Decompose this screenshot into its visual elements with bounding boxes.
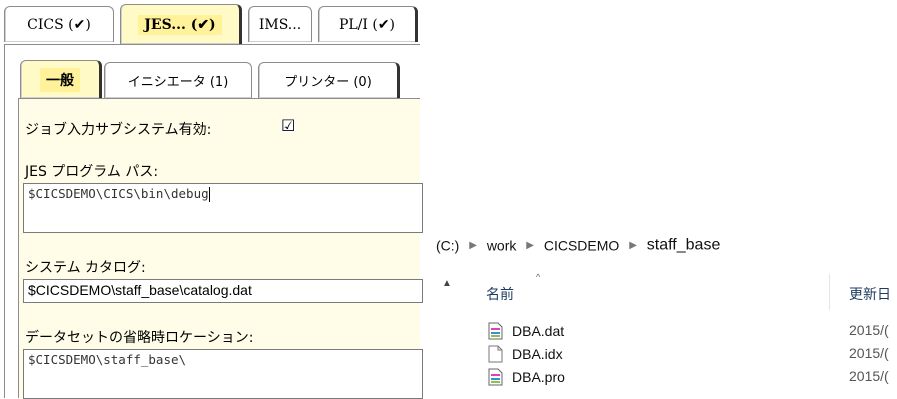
jes-enabled-checkbox[interactable]: ☑: [281, 118, 295, 134]
subtab-initiators[interactable]: イニシエータ (1): [104, 62, 252, 98]
tab-label: IMS...: [258, 16, 302, 33]
breadcrumb-item[interactable]: work: [487, 237, 517, 253]
breadcrumb-item-current[interactable]: staff_base: [647, 236, 721, 253]
subtab-printers[interactable]: プリンター (0): [258, 62, 400, 98]
breadcrumb: (C:) ▶ work ▶ CICSDEMO ▶ staff_base: [436, 236, 720, 254]
file-row[interactable]: DBA.pro: [488, 366, 565, 388]
sort-ascending-icon: ^: [536, 272, 541, 282]
file-name: DBA.pro: [512, 369, 565, 385]
blank-file-icon: [488, 345, 503, 363]
subtab-label: イニシエータ (1): [127, 75, 229, 90]
jes-path-label: JES プログラム パス:: [25, 164, 159, 180]
breadcrumb-item[interactable]: (C:): [436, 237, 459, 253]
subtab-general[interactable]: 一般: [20, 60, 102, 98]
text-caret: [208, 187, 210, 202]
dataset-location-label: データセットの省略時ロケーション:: [25, 330, 254, 346]
column-divider[interactable]: [829, 274, 830, 310]
column-header-name[interactable]: 名前: [486, 284, 514, 304]
tab-label: JES... (✔): [138, 14, 222, 35]
config-panel: CICS (✔) JES... (✔) IMS... PL/I (✔) 一般 イ…: [0, 0, 423, 399]
general-tab-panel: ジョブ入力サブシステム有効: ☑ JES プログラム パス: $CICSDEMO…: [18, 98, 423, 399]
dataset-location-field[interactable]: $CICSDEMO\staff_base\: [23, 349, 423, 399]
jes-path-value: $CICSDEMO\CICS\bin\debug: [28, 186, 209, 201]
breadcrumb-arrow-icon[interactable]: ▶: [526, 240, 534, 251]
catalog-label: システム カタログ:: [25, 260, 146, 276]
scroll-up-icon[interactable]: ▲: [442, 278, 452, 289]
tab-label: PL/I (✔): [338, 16, 396, 33]
tab-pli[interactable]: PL/I (✔): [318, 6, 418, 42]
file-name: DBA.dat: [512, 323, 565, 339]
catalog-field[interactable]: $CICSDEMO\staff_base\catalog.dat: [23, 279, 423, 303]
tab-jes[interactable]: JES... (✔): [120, 4, 242, 44]
tab-ims[interactable]: IMS...: [248, 6, 312, 42]
file-date: 2015/(: [849, 368, 889, 384]
file-row[interactable]: DBA.dat: [488, 320, 564, 342]
subtab-label: プリンター (0): [284, 75, 372, 90]
breadcrumb-item[interactable]: CICSDEMO: [544, 237, 619, 253]
column-header-modified[interactable]: 更新日: [849, 284, 891, 304]
catalog-value: $CICSDEMO\staff_base\catalog.dat: [28, 282, 252, 298]
file-row[interactable]: DBA.idx: [488, 343, 563, 365]
subtab-label: 一般: [40, 67, 80, 92]
dat-file-icon: [488, 322, 503, 340]
file-date: 2015/(: [849, 345, 889, 361]
file-explorer: (C:) ▶ work ▶ CICSDEMO ▶ staff_base ▲ ^ …: [424, 222, 897, 398]
jes-enabled-label: ジョブ入力サブシステム有効:: [25, 122, 212, 138]
breadcrumb-arrow-icon[interactable]: ▶: [469, 240, 477, 251]
jes-path-field[interactable]: $CICSDEMO\CICS\bin\debug: [23, 183, 423, 233]
breadcrumb-arrow-icon[interactable]: ▶: [629, 240, 637, 251]
tab-label: CICS (✔): [27, 16, 91, 33]
file-name: DBA.idx: [512, 346, 563, 362]
file-date: 2015/(: [849, 322, 889, 338]
tab-cics[interactable]: CICS (✔): [4, 6, 114, 42]
dataset-location-value: $CICSDEMO\staff_base\: [28, 352, 187, 367]
dat-file-icon: [488, 368, 503, 386]
